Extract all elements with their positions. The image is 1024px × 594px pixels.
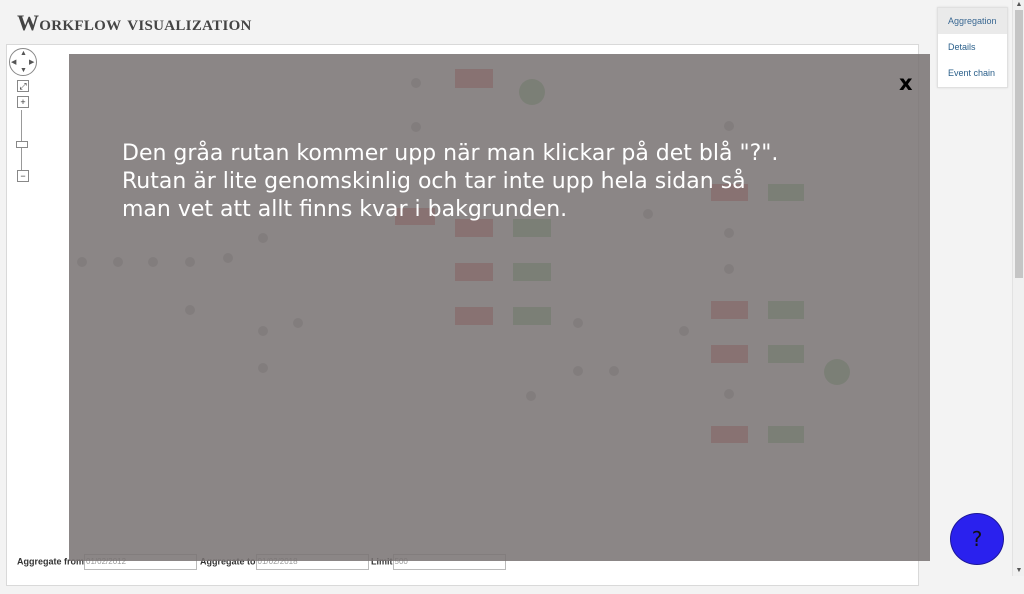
pan-down-icon[interactable]: ▼ — [20, 67, 27, 74]
tab-aggregation[interactable]: Aggregation — [938, 8, 1007, 34]
help-button[interactable]: ? — [950, 513, 1004, 565]
pan-control[interactable]: ▲ ▼ ◀ ▶ — [9, 48, 37, 76]
help-overlay: x Den gråa rutan kommer upp när man klic… — [69, 54, 930, 561]
close-icon[interactable]: x — [899, 71, 913, 95]
tab-event-chain[interactable]: Event chain — [938, 60, 1007, 86]
help-text-line: man vet att allt finns kvar i bakgrunden… — [122, 197, 568, 222]
scroll-up-icon[interactable]: ▲ — [1013, 0, 1024, 10]
help-text: Den gråa rutan kommer upp när man klicka… — [122, 140, 862, 224]
scroll-down-icon[interactable]: ▼ — [1013, 566, 1024, 576]
page-scrollbar[interactable]: ▲ ▼ — [1012, 0, 1024, 576]
help-text-line: Rutan är lite genomskinlig och tar inte … — [122, 169, 746, 194]
scrollbar-thumb[interactable] — [1015, 10, 1023, 278]
help-text-line: Den gråa rutan kommer upp när man klicka… — [122, 141, 779, 166]
pan-up-icon[interactable]: ▲ — [20, 50, 27, 57]
fit-view-icon[interactable]: ⤢ — [17, 80, 29, 92]
zoom-out-button[interactable]: − — [17, 170, 29, 182]
pan-right-icon[interactable]: ▶ — [29, 59, 34, 66]
pan-zoom-control[interactable]: ▲ ▼ ◀ ▶ ⤢ + − — [9, 48, 39, 188]
side-nav: Aggregation Details Event chain — [937, 7, 1008, 88]
tab-details[interactable]: Details — [938, 34, 1007, 60]
zoom-slider-handle[interactable] — [16, 141, 28, 148]
pan-left-icon[interactable]: ◀ — [11, 59, 16, 66]
zoom-in-button[interactable]: + — [17, 96, 29, 108]
